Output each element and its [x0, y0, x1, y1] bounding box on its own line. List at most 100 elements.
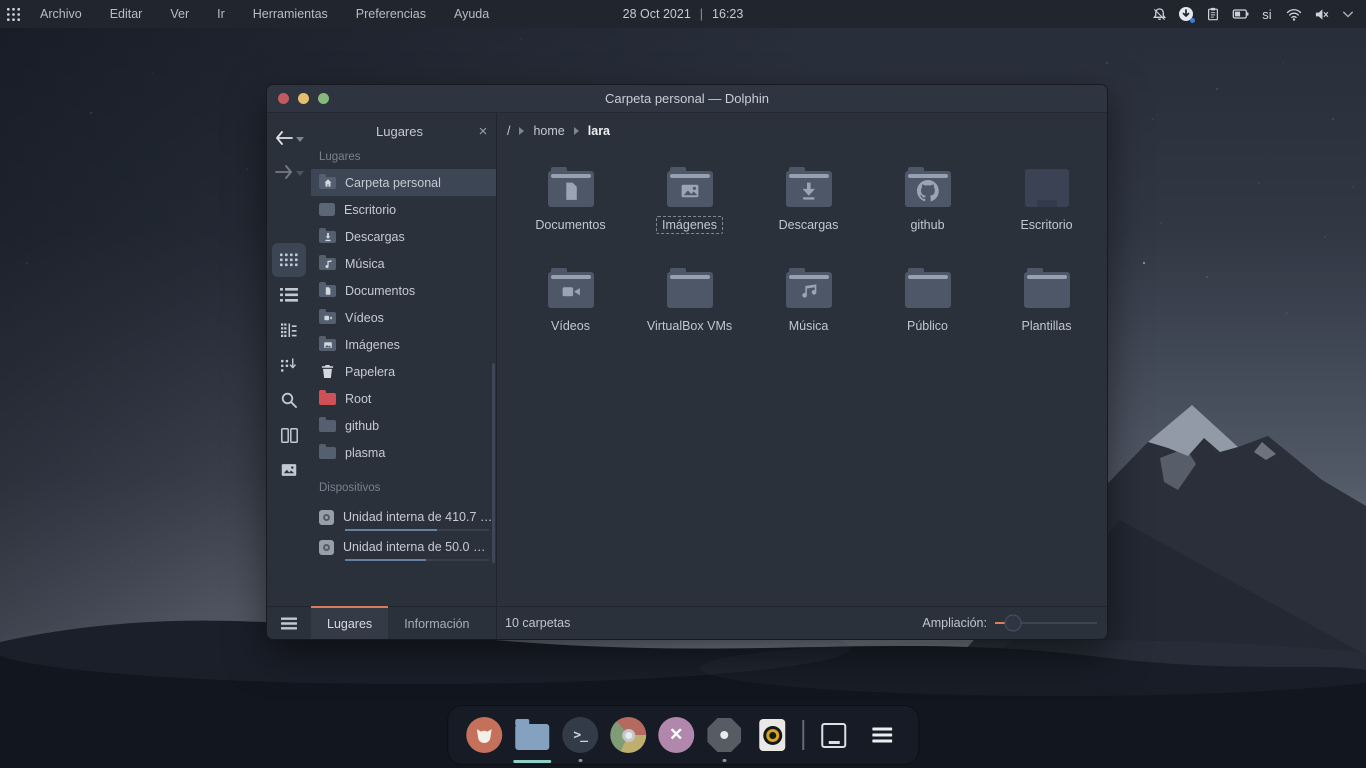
- volume-icon[interactable]: [1311, 0, 1331, 28]
- icons-view-button[interactable]: [272, 243, 306, 277]
- breadcrumb-segment-lara[interactable]: lara: [588, 124, 610, 138]
- dock-item-file-manager[interactable]: [508, 705, 556, 765]
- sort-icon: [281, 358, 297, 373]
- folder-item-github[interactable]: github: [868, 161, 987, 262]
- folder-label: Público: [901, 317, 954, 335]
- place-item-mu-sica[interactable]: Música: [311, 250, 496, 277]
- device-row-top: Unidad interna de 50.0 …: [319, 537, 496, 557]
- search-button[interactable]: [272, 383, 306, 417]
- tray-expand-chevron-icon[interactable]: [1338, 0, 1358, 28]
- dock-item-chromium[interactable]: [604, 705, 652, 765]
- menubar-menu-herramientas[interactable]: Herramientas: [239, 0, 342, 28]
- music-folder-icon-glyph: [323, 259, 333, 269]
- place-item-ima-genes[interactable]: Imágenes: [311, 331, 496, 358]
- app-menu-icon: [872, 727, 892, 743]
- clipboard-icon[interactable]: [1203, 0, 1223, 28]
- drive-icon: [319, 540, 334, 555]
- desktop-icon: [319, 203, 335, 216]
- folder-item-vi-deos[interactable]: Vídeos: [511, 262, 630, 363]
- list-view-button[interactable]: [272, 278, 306, 312]
- details-view-icon: [281, 323, 297, 338]
- breadcrumb-root[interactable]: /: [507, 124, 510, 138]
- folder-item-escritorio[interactable]: Escritorio: [987, 161, 1106, 262]
- wifi-icon[interactable]: [1284, 0, 1304, 28]
- panel-tab-lugares[interactable]: Lugares: [311, 606, 388, 639]
- dock-item-code-editor[interactable]: ✕: [652, 705, 700, 765]
- place-item-descargas[interactable]: Descargas: [311, 223, 496, 250]
- device-item-unidad-interna-de-410-7[interactable]: Unidad interna de 410.7 …: [311, 504, 496, 534]
- dolphin-window: Carpeta personal — Dolphin Lugares × Lug…: [266, 84, 1108, 640]
- chromium-icon: [610, 717, 646, 753]
- notifications-bell-icon[interactable]: [1149, 0, 1169, 28]
- back-history-caret-icon[interactable]: [296, 137, 304, 142]
- root-folder-icon: [319, 393, 336, 405]
- menubar-menu-ir[interactable]: Ir: [203, 0, 239, 28]
- folder-item-plantillas[interactable]: Plantillas: [987, 262, 1106, 363]
- menubar-menu-ver[interactable]: Ver: [156, 0, 203, 28]
- folder-item-virtualbox-vms[interactable]: VirtualBox VMs: [630, 262, 749, 363]
- home-folder-icon: [319, 177, 336, 189]
- place-item-plasma[interactable]: plasma: [311, 439, 496, 466]
- menubar-menu-preferencias[interactable]: Preferencias: [342, 0, 440, 28]
- folder-label: Escritorio: [1014, 216, 1078, 234]
- dock-item-firefox[interactable]: [460, 705, 508, 765]
- dock-item-settings[interactable]: [700, 705, 748, 765]
- folder-icon: [1024, 268, 1070, 308]
- place-item-carpeta-personal[interactable]: Carpeta personal: [311, 169, 496, 196]
- forward-history-caret-icon[interactable]: [296, 171, 304, 176]
- panel-menu-button[interactable]: [272, 606, 306, 640]
- back-button[interactable]: [275, 123, 304, 153]
- folder-item-ima-genes[interactable]: Imágenes: [630, 161, 749, 262]
- clock-time: 16:23: [712, 7, 743, 21]
- device-capacity-bar: [345, 529, 489, 531]
- images-folder-icon-glyph: [323, 340, 333, 350]
- folder-item-descargas[interactable]: Descargas: [749, 161, 868, 262]
- panel-tab-informacio-n[interactable]: Información: [388, 606, 485, 639]
- drive-icon: [319, 510, 334, 525]
- view-toolbar: [272, 243, 306, 487]
- keyboard-layout-indicator[interactable]: si: [1257, 0, 1277, 28]
- menubar-menu-editar[interactable]: Editar: [96, 0, 157, 28]
- notifications-bell-icon: [1152, 7, 1167, 22]
- folder-view[interactable]: DocumentosImágenesDescargasgithub Escrito…: [497, 149, 1107, 606]
- titlebar[interactable]: Carpeta personal — Dolphin: [267, 85, 1107, 113]
- place-item-vi-deos[interactable]: Vídeos: [311, 304, 496, 331]
- folder-item-pu-blico[interactable]: Público: [868, 262, 987, 363]
- dock-item-media-player[interactable]: [748, 705, 796, 765]
- forward-button[interactable]: [275, 157, 304, 187]
- menubar-menu-ayuda[interactable]: Ayuda: [440, 0, 503, 28]
- zoom-slider[interactable]: [995, 622, 1097, 624]
- place-label: Root: [345, 392, 371, 406]
- updates-icon[interactable]: [1176, 0, 1196, 28]
- place-item-papelera[interactable]: Papelera: [311, 358, 496, 385]
- menubar-menu-archivo[interactable]: Archivo: [26, 0, 96, 28]
- folder-item-documentos[interactable]: Documentos: [511, 161, 630, 262]
- zoom-slider-knob[interactable]: [1005, 615, 1022, 632]
- breadcrumb-separator-icon: [519, 127, 524, 135]
- main-view: / home lara DocumentosImágenesDescargasgit…: [497, 113, 1107, 606]
- place-item-github[interactable]: github: [311, 412, 496, 439]
- trash-icon: [319, 364, 336, 380]
- terminal-icon: >_: [562, 717, 598, 753]
- panel-close-icon[interactable]: ×: [470, 123, 496, 140]
- panel-scrollbar[interactable]: [492, 363, 495, 563]
- split-view-button[interactable]: [272, 418, 306, 452]
- clock[interactable]: 28 Oct 2021 | 16:23: [623, 7, 744, 21]
- place-item-documentos[interactable]: Documentos: [311, 277, 496, 304]
- folder-item-mu-sica[interactable]: Música: [749, 262, 868, 363]
- place-item-root[interactable]: Root: [311, 385, 496, 412]
- details-view-button[interactable]: [272, 313, 306, 347]
- dock-item-app-menu[interactable]: [858, 705, 906, 765]
- dock-item-terminal[interactable]: >_: [556, 705, 604, 765]
- sort-button[interactable]: [272, 348, 306, 382]
- document-glyph-icon: [560, 180, 582, 202]
- preview-button[interactable]: [272, 453, 306, 487]
- videos-folder-icon: [319, 312, 336, 324]
- app-grid-icon[interactable]: [0, 0, 26, 28]
- system-tray: si: [1149, 0, 1366, 28]
- device-item-unidad-interna-de-50-0[interactable]: Unidad interna de 50.0 …: [311, 534, 496, 564]
- battery-icon[interactable]: [1230, 0, 1250, 28]
- dock-item-show-desktop[interactable]: [810, 705, 858, 765]
- breadcrumb-segment-home[interactable]: home: [533, 124, 564, 138]
- place-item-escritorio[interactable]: Escritorio: [311, 196, 496, 223]
